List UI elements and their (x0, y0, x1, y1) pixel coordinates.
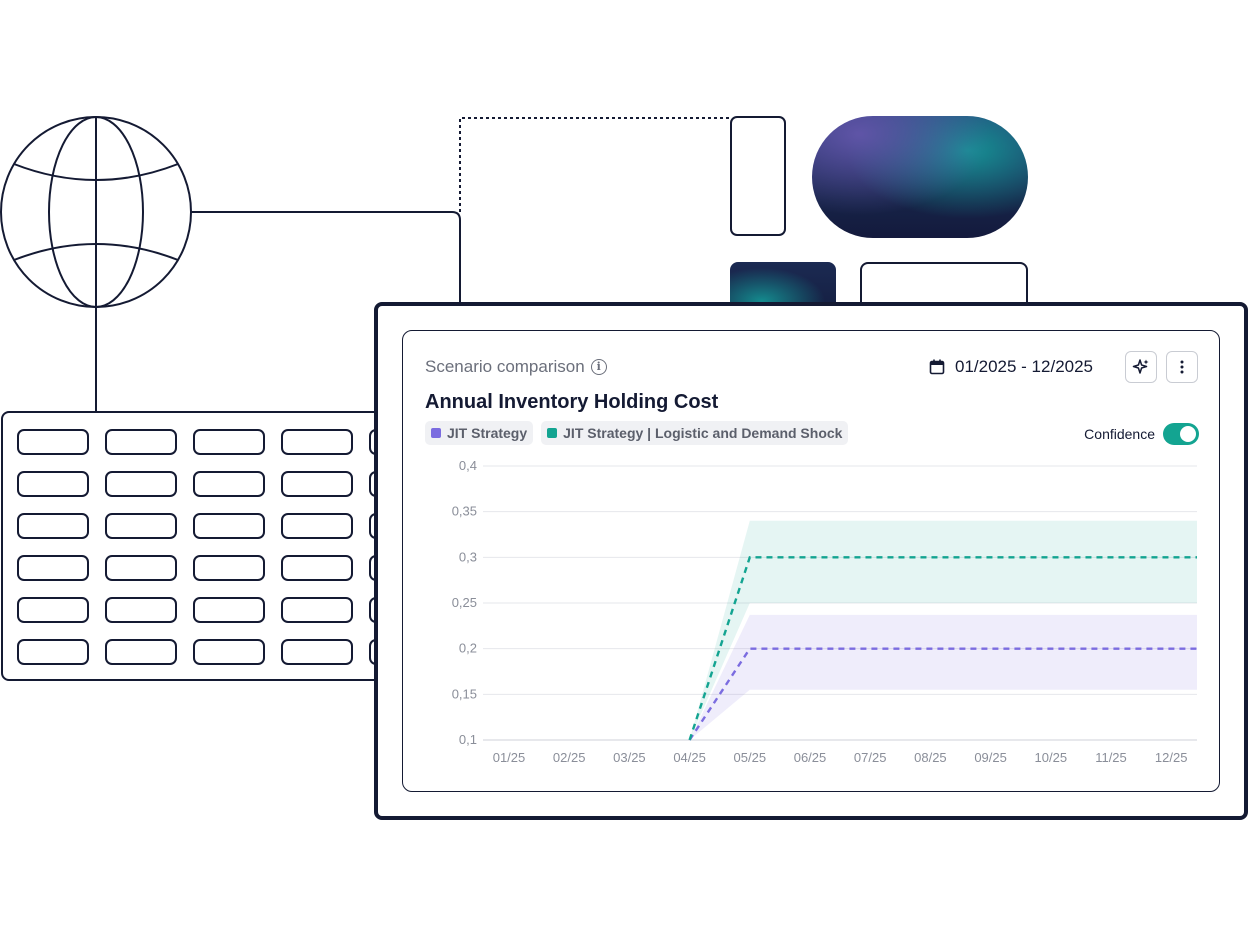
dotted-connector (459, 117, 730, 212)
rack-slot (17, 555, 89, 581)
y-tick-label: 0,2 (459, 641, 477, 656)
x-tick-label: 05/25 (734, 750, 767, 765)
server-rack (1, 411, 441, 681)
rack-slot (193, 429, 265, 455)
x-tick-label: 11/25 (1095, 750, 1127, 765)
rack-slot (105, 597, 177, 623)
rack-slot (281, 429, 353, 455)
rack-slot (105, 555, 177, 581)
rack-slot (105, 471, 177, 497)
x-tick-label: 04/25 (673, 750, 706, 765)
x-tick-label: 10/25 (1035, 750, 1068, 765)
x-tick-label: 12/25 (1155, 750, 1188, 765)
y-tick-label: 0,3 (459, 549, 477, 564)
rack-slot (105, 639, 177, 665)
device-outline (730, 116, 786, 236)
rack-slot (281, 555, 353, 581)
y-tick-label: 0,1 (459, 732, 477, 747)
x-tick-label: 03/25 (613, 750, 646, 765)
y-tick-label: 0,15 (452, 686, 477, 701)
rack-slot (193, 639, 265, 665)
rack-slot (281, 597, 353, 623)
x-tick-label: 08/25 (914, 750, 947, 765)
y-tick-label: 0,25 (452, 595, 477, 610)
x-tick-label: 09/25 (974, 750, 1007, 765)
rack-slot (281, 639, 353, 665)
rack-slot (105, 429, 177, 455)
rack-slot (281, 513, 353, 539)
rack-slot (193, 555, 265, 581)
rack-slot (17, 597, 89, 623)
y-tick-label: 0,4 (459, 458, 477, 473)
line-chart: 0,1 0,15 0,2 0,25 0,3 0,35 0,4 01/25 02/25 03/25 0… (452, 458, 1197, 765)
y-tick-label: 0,35 (452, 504, 477, 519)
rack-slot (17, 471, 89, 497)
app-window: Scenario comparison i Annual Inventory H… (374, 302, 1248, 820)
rack-slot (17, 513, 89, 539)
x-tick-label: 06/25 (794, 750, 827, 765)
rack-slot (193, 471, 265, 497)
confidence-band (689, 614, 1197, 740)
rack-slot (193, 597, 265, 623)
globe-icon (0, 116, 192, 308)
chart-card: Scenario comparison i Annual Inventory H… (402, 330, 1220, 792)
x-tick-label: 07/25 (854, 750, 887, 765)
x-tick-label: 02/25 (553, 750, 586, 765)
rack-slot (281, 471, 353, 497)
gradient-pill (812, 116, 1028, 238)
rack-slot (17, 639, 89, 665)
rack-slot (105, 513, 177, 539)
rack-slot (17, 429, 89, 455)
rack-slot (193, 513, 265, 539)
x-tick-label: 01/25 (493, 750, 526, 765)
